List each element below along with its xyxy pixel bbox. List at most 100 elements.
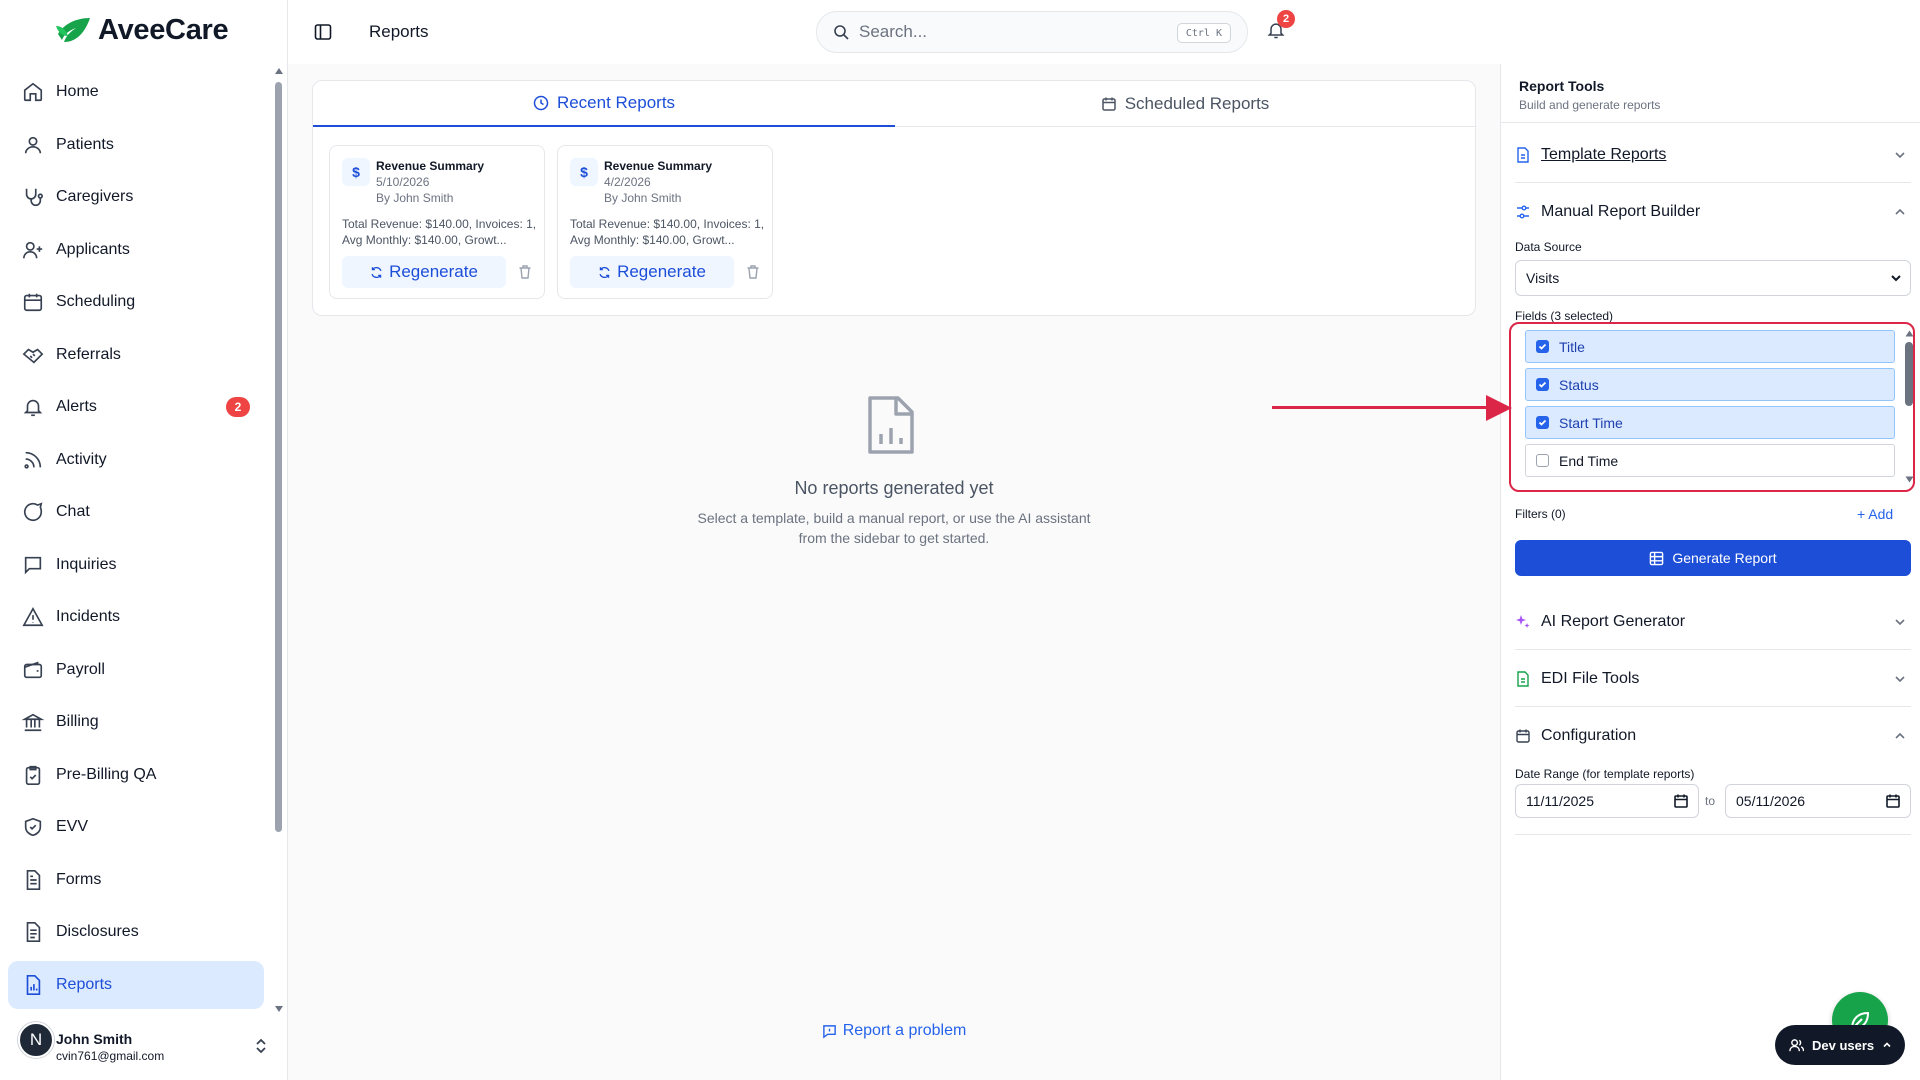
- rss-icon: [24, 451, 42, 469]
- fields-scrollbar-thumb[interactable]: [1905, 342, 1913, 406]
- start-date-input[interactable]: 11/11/2025: [1515, 784, 1699, 818]
- field-option-end-time[interactable]: End Time: [1525, 444, 1895, 477]
- divider: [1515, 706, 1911, 707]
- sidebar-item-payroll[interactable]: Payroll: [8, 646, 264, 694]
- sidebar-item-label: Payroll: [56, 660, 105, 678]
- sidebar-item-applicants[interactable]: Applicants: [8, 226, 264, 274]
- report-card: $ Revenue Summary 4/2/2026 By John Smith…: [557, 145, 773, 299]
- calendar-icon: [23, 293, 43, 312]
- tab-label: Recent Reports: [556, 93, 676, 112]
- user-menu[interactable]: N John Smith cvin761@gmail.com: [18, 1022, 274, 1072]
- sidebar-item-chat[interactable]: Chat: [8, 488, 264, 536]
- flag-message-icon: [822, 1024, 836, 1039]
- section-manual-report-builder[interactable]: Manual Report Builder: [1515, 192, 1911, 232]
- field-label: Status: [1559, 376, 1599, 393]
- sidebar-item-home[interactable]: Home: [8, 68, 264, 116]
- field-option-start-time[interactable]: Start Time: [1525, 406, 1895, 439]
- sidebar-nav: Home Patients Caregivers Applicants Sche…: [8, 68, 264, 1013]
- tab-label: Scheduled Reports: [1124, 93, 1270, 113]
- date-range-label: Date Range (for template reports): [1515, 767, 1695, 781]
- sidebar-item-billing[interactable]: Billing: [8, 698, 264, 746]
- calendar-icon: [1886, 794, 1900, 808]
- brand-name: AveeCare: [98, 14, 229, 46]
- sidebar-item-reports[interactable]: Reports: [8, 960, 264, 1009]
- date-range-separator: to: [1705, 794, 1716, 808]
- search-input[interactable]: Search... Ctrl K: [816, 11, 1248, 53]
- data-source-value: Visits: [1526, 270, 1560, 286]
- fields-label: Fields (3 selected): [1515, 309, 1614, 323]
- user-plus-icon: [23, 241, 43, 258]
- sidebar-item-caregivers[interactable]: Caregivers: [8, 173, 264, 221]
- sidebar-item-scheduling[interactable]: Scheduling: [8, 278, 264, 326]
- dollar-icon: $: [342, 158, 370, 186]
- tab-recent-reports[interactable]: Recent Reports: [313, 81, 895, 127]
- report-problem-link[interactable]: Report a problem: [288, 1022, 1500, 1040]
- sidebar-item-label: Reports: [56, 975, 113, 993]
- generate-report-label: Generate Report: [1672, 550, 1777, 566]
- sidebar-item-label: Alerts: [56, 398, 97, 415]
- report-summary: Total Revenue: $140.00, Invoices: 1, Avg…: [342, 217, 537, 247]
- scroll-down-arrow-icon[interactable]: [1905, 476, 1914, 483]
- generate-report-button[interactable]: Generate Report: [1515, 540, 1911, 576]
- sidebar-item-label: Caregivers: [56, 188, 134, 205]
- sidebar-item-inquiries[interactable]: Inquiries: [8, 541, 264, 589]
- sidebar-item-disclosures[interactable]: Disclosures: [8, 908, 264, 956]
- scroll-up-arrow-icon[interactable]: [274, 67, 284, 75]
- sidebar-toggle-icon[interactable]: [314, 23, 332, 41]
- chevron-up-icon: [1895, 208, 1905, 215]
- scroll-up-arrow-icon[interactable]: [1905, 330, 1914, 337]
- wallet-icon: [23, 660, 43, 678]
- calendar-icon: [1516, 729, 1530, 743]
- regenerate-button[interactable]: Regenerate: [342, 256, 506, 288]
- sidebar-item-label: Patients: [56, 135, 114, 153]
- section-template-reports[interactable]: Template Reports: [1515, 135, 1911, 175]
- user-name: John Smith: [56, 1031, 133, 1047]
- tab-scheduled-reports[interactable]: Scheduled Reports: [895, 81, 1475, 127]
- sidebar-item-evv[interactable]: EVV: [8, 803, 264, 851]
- end-date-input[interactable]: 05/11/2026: [1725, 784, 1911, 818]
- field-option-status[interactable]: Status: [1525, 368, 1895, 401]
- sidebar-item-label: Applicants: [56, 240, 130, 258]
- sidebar-item-label: Chat: [56, 503, 90, 520]
- section-configuration[interactable]: Configuration: [1515, 716, 1911, 756]
- regenerate-button[interactable]: Regenerate: [570, 256, 734, 288]
- sidebar: AveeCare Home Patients Caregivers Applic…: [0, 0, 288, 1080]
- sidebar-item-forms[interactable]: Forms: [8, 856, 264, 904]
- sidebar-item-activity[interactable]: Activity: [8, 436, 264, 484]
- file-list-icon: [26, 922, 41, 942]
- page-title: Reports: [369, 22, 429, 41]
- checkbox-checked-icon: [1536, 340, 1549, 353]
- dev-users-button[interactable]: Dev users: [1775, 1025, 1905, 1065]
- annotation-arrow-head-icon: [1486, 395, 1512, 421]
- user-icon: [24, 136, 42, 153]
- trash-icon[interactable]: [746, 264, 760, 280]
- sidebar-item-incidents[interactable]: Incidents: [8, 593, 264, 641]
- divider: [1501, 122, 1920, 123]
- section-edi-file-tools[interactable]: EDI File Tools: [1515, 659, 1911, 699]
- section-label: EDI File Tools: [1541, 670, 1640, 687]
- filters-label: Filters (0): [1515, 507, 1566, 521]
- field-option-title[interactable]: Title: [1525, 330, 1895, 363]
- brand-logo[interactable]: AveeCare: [56, 14, 229, 47]
- sidebar-item-patients[interactable]: Patients: [8, 121, 264, 169]
- footer: Report a problem: [288, 992, 1500, 1080]
- trash-icon[interactable]: [518, 264, 532, 280]
- search-shortcut: Ctrl K: [1176, 23, 1231, 43]
- table-icon: [1650, 551, 1664, 565]
- regenerate-label: Regenerate: [617, 262, 706, 281]
- report-date: 4/2/2026: [604, 175, 651, 189]
- sidebar-item-pre-billing-qa[interactable]: Pre-Billing QA: [8, 751, 264, 799]
- section-ai-report-generator[interactable]: AI Report Generator: [1515, 602, 1911, 642]
- search-placeholder: Search...: [859, 22, 928, 41]
- sidebar-item-label: Billing: [56, 713, 99, 730]
- sidebar-scrollbar-thumb[interactable]: [275, 82, 282, 832]
- refresh-icon: [371, 266, 382, 278]
- fields-list: Title Status Start Time End Time: [1509, 322, 1915, 492]
- report-date: 5/10/2026: [376, 175, 430, 189]
- data-source-select[interactable]: Visits: [1515, 260, 1911, 296]
- sidebar-item-alerts[interactable]: Alerts 2: [8, 383, 264, 431]
- scroll-down-arrow-icon[interactable]: [274, 1005, 284, 1013]
- handshake-icon: [22, 347, 44, 363]
- sidebar-item-referrals[interactable]: Referrals: [8, 331, 264, 379]
- add-filter-button[interactable]: + Add: [1857, 506, 1893, 522]
